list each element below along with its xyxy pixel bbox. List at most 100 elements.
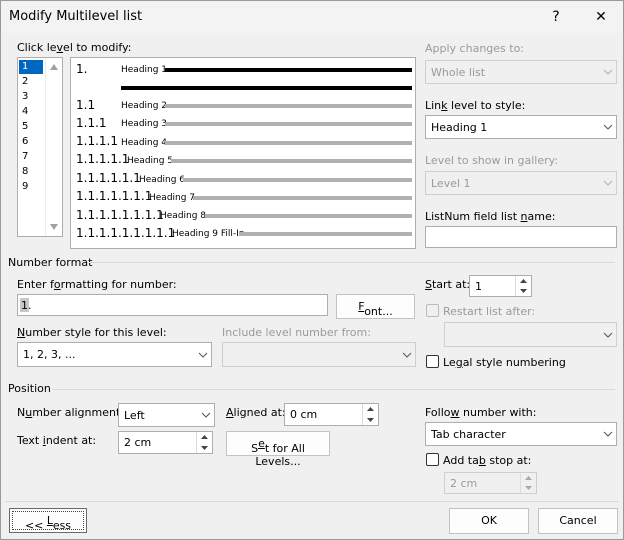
number-style-value: 1, 2, 3, ... — [23, 348, 76, 361]
add-tab-stop-checkbox[interactable] — [426, 453, 439, 466]
chevron-down-icon — [399, 343, 415, 366]
apply-changes-label: Apply changes to: — [425, 42, 525, 55]
tab-stop-spinner[interactable]: 2 cm — [444, 472, 537, 494]
spin-up-icon[interactable] — [363, 404, 378, 415]
title-bar: Modify Multilevel list ? ✕ — [1, 1, 623, 33]
spin-up-icon[interactable] — [197, 432, 212, 443]
restart-list-checkbox[interactable] — [426, 304, 439, 317]
chevron-down-icon — [600, 116, 616, 138]
restart-list-label: Restart list after: — [443, 305, 536, 318]
spin-down-icon[interactable] — [516, 286, 531, 296]
preview-heading-3: Heading 3 — [121, 119, 168, 129]
include-level-label: Include level number from: — [222, 326, 371, 339]
preview-heading-4: Heading 4 — [121, 138, 168, 148]
level-item-8[interactable]: 8 — [22, 166, 28, 177]
listnum-label: ListNum field list name: — [425, 210, 556, 223]
scroll-down-arrow-icon[interactable] — [50, 224, 58, 230]
number-alignment-combo[interactable]: Left — [118, 403, 215, 427]
chevron-down-icon — [600, 61, 616, 83]
preview-heading-9: Heading 9 Fill-In — [172, 229, 245, 239]
preview-line-9 — [239, 232, 412, 236]
help-icon: ? — [552, 9, 560, 25]
level-item-1[interactable]: 1 — [22, 61, 28, 72]
follow-number-value: Tab character — [431, 428, 506, 441]
legal-style-checkbox[interactable] — [426, 355, 439, 368]
follow-number-label: Follow number with: — [425, 406, 537, 419]
start-at-label: Start at: — [425, 278, 471, 291]
number-format-value: 1. — [21, 299, 32, 312]
number-alignment-label: Number alignment: — [17, 406, 124, 419]
less-button[interactable]: << Less — [9, 508, 87, 533]
aligned-at-spinner[interactable]: 0 cm — [284, 403, 379, 426]
spin-up-icon[interactable] — [516, 276, 531, 286]
restart-list-combo[interactable] — [444, 322, 617, 347]
legal-style-label: Legal style numbering — [443, 356, 566, 369]
chevron-down-icon — [195, 343, 211, 366]
close-button[interactable]: ✕ — [585, 5, 617, 29]
start-at-spinner[interactable]: 1 — [469, 275, 532, 297]
preview-num-1: 1. — [76, 62, 88, 76]
number-style-combo[interactable]: 1, 2, 3, ... — [17, 342, 212, 367]
cancel-button[interactable]: Cancel — [538, 508, 618, 534]
preview-line-3 — [165, 122, 412, 126]
preview-heading-2: Heading 2 — [121, 101, 168, 111]
level-list-label: Click level to modify: — [17, 41, 132, 54]
follow-number-combo[interactable]: Tab character — [425, 422, 617, 446]
preview-num-5: 1.1.1.1.1 — [76, 152, 130, 166]
number-style-label: Number style for this level: — [17, 326, 167, 339]
spin-down-icon[interactable] — [521, 483, 536, 493]
chevron-down-icon — [600, 172, 616, 194]
modify-multilevel-list-dialog: Modify Multilevel list ? ✕ Click level t… — [0, 0, 624, 540]
preview-num-8: 1.1.1.1.1.1.1.1 — [76, 208, 164, 222]
number-format-input[interactable]: 1. — [17, 294, 328, 316]
gallery-level-value: Level 1 — [431, 177, 471, 190]
link-level-value: Heading 1 — [431, 121, 488, 134]
level-item-6[interactable]: 6 — [22, 136, 28, 147]
preview-num-6: 1.1.1.1.1.1 — [76, 171, 141, 185]
gallery-level-combo[interactable]: Level 1 — [425, 171, 617, 195]
chevron-down-icon — [198, 404, 214, 426]
level-list[interactable]: 1 2 3 4 5 6 7 8 9 — [17, 57, 63, 237]
preview-num-7: 1.1.1.1.1.1.1 — [76, 189, 153, 203]
level-list-scrollbar[interactable] — [45, 58, 62, 236]
apply-changes-value: Whole list — [431, 66, 486, 79]
preview-line-1 — [165, 68, 412, 72]
level-item-2[interactable]: 2 — [22, 76, 28, 87]
preview-heading-5: Heading 5 — [127, 156, 174, 166]
preview-line-1b — [121, 86, 412, 90]
close-icon: ✕ — [595, 9, 607, 25]
spin-down-icon[interactable] — [197, 443, 212, 454]
preview-line-2 — [165, 104, 412, 108]
level-item-7[interactable]: 7 — [22, 151, 28, 162]
preview-heading-8: Heading 8 — [160, 211, 207, 221]
preview-heading-6: Heading 6 — [139, 175, 186, 185]
level-item-3[interactable]: 3 — [22, 91, 28, 102]
link-level-combo[interactable]: Heading 1 — [425, 115, 617, 139]
dialog-title: Modify Multilevel list — [9, 9, 143, 24]
spin-up-icon[interactable] — [521, 473, 536, 483]
position-section-label: Position — [8, 382, 51, 395]
level-item-9[interactable]: 9 — [22, 181, 28, 192]
ok-button[interactable]: OK — [449, 508, 529, 534]
level-item-5[interactable]: 5 — [22, 121, 28, 132]
apply-changes-combo[interactable]: Whole list — [425, 60, 617, 84]
scroll-up-arrow-icon[interactable] — [50, 64, 58, 70]
text-indent-spinner[interactable]: 2 cm — [118, 431, 213, 454]
listnum-input[interactable] — [425, 226, 617, 248]
help-button[interactable]: ? — [540, 5, 572, 29]
chevron-down-icon — [600, 323, 616, 346]
preview-line-4 — [165, 141, 412, 145]
preview-num-2: 1.1 — [76, 98, 96, 112]
aligned-at-label: Aligned at: — [226, 406, 286, 419]
chevron-down-icon — [600, 423, 616, 445]
set-for-all-levels-button[interactable]: Set for All Levels... — [226, 431, 330, 468]
add-tab-stop-label: Add tab stop at: — [443, 454, 532, 467]
include-level-combo[interactable] — [222, 342, 416, 367]
font-button[interactable]: Font... — [336, 294, 415, 319]
preview-num-9: 1.1.1.1.1.1.1.1.1 — [76, 226, 176, 240]
preview-heading-1: Heading 1 — [121, 65, 168, 75]
preview-num-3: 1.1.1 — [76, 116, 107, 130]
text-indent-value: 2 cm — [124, 436, 152, 449]
level-item-4[interactable]: 4 — [22, 106, 28, 117]
spin-down-icon[interactable] — [363, 415, 378, 426]
